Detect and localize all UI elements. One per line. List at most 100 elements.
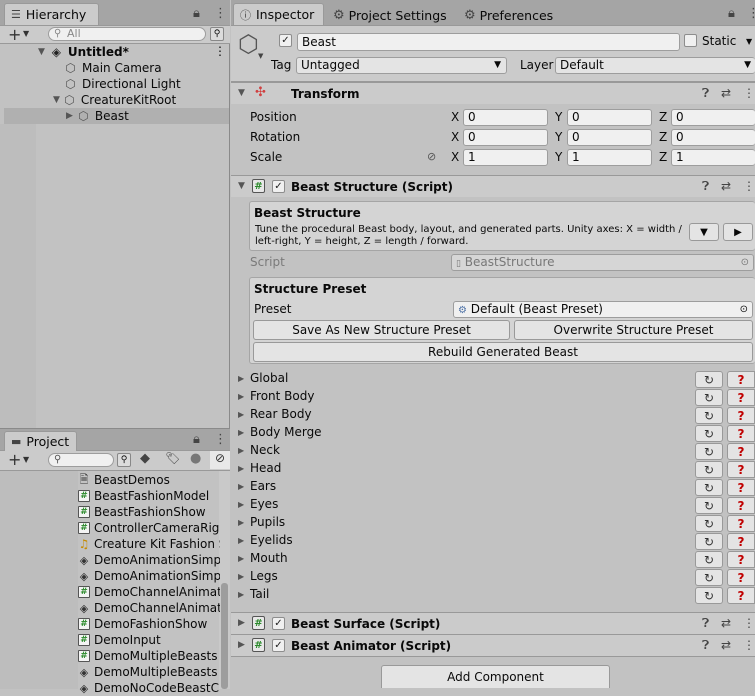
tab-project-settings[interactable]: ⚙ Project Settings — [333, 5, 447, 25]
add-component-button[interactable]: Add Component — [381, 665, 610, 688]
hidden-toggle-icon[interactable]: ⊘ — [210, 451, 230, 469]
create-plus-button[interactable]: + — [8, 25, 21, 44]
hierarchy-item[interactable]: ⬡ Main Camera — [4, 60, 228, 76]
reset-button[interactable]: ↻ — [695, 533, 723, 550]
icon-dropdown-arrow[interactable]: ▼ — [258, 52, 263, 60]
reset-button[interactable]: ↻ — [695, 371, 723, 388]
static-dropdown-icon[interactable]: ▼ — [746, 37, 752, 46]
help-icon[interactable]: ❓︎ — [702, 179, 709, 194]
scale-y-field[interactable]: 1 — [567, 149, 652, 166]
constrain-proportions-icon[interactable]: ⊘ — [427, 150, 436, 163]
help-button[interactable]: ? — [727, 461, 755, 478]
foldout-section[interactable]: ▶ Tail — [238, 587, 269, 601]
help-button[interactable]: ? — [727, 479, 755, 496]
project-item[interactable]: ◈ DemoAnimationSimple — [78, 568, 220, 584]
preset-object-field[interactable]: ⚙ Default (Beast Preset) ⊙ — [453, 301, 753, 318]
reset-button[interactable]: ↻ — [695, 389, 723, 406]
save-preset-button[interactable]: Save As New Structure Preset — [253, 320, 510, 340]
lock-icon[interactable]: 🔒︎ — [193, 432, 200, 447]
reset-button[interactable]: ↻ — [695, 425, 723, 442]
help-button[interactable]: ? — [727, 587, 755, 604]
fold-arrow-collapsed-icon[interactable]: ▶ — [66, 111, 73, 121]
reset-button[interactable]: ↻ — [695, 569, 723, 586]
foldout-section[interactable]: ▶ Ears — [238, 479, 276, 493]
scene-fold-arrow[interactable]: ▼ — [38, 47, 45, 57]
reset-button[interactable]: ↻ — [695, 515, 723, 532]
project-item[interactable]: # DemoInput — [78, 632, 220, 648]
reset-button[interactable]: ↻ — [695, 551, 723, 568]
presets-icon[interactable]: ⇄ — [721, 86, 731, 100]
fold-arrow-expanded-icon[interactable]: ▼ — [238, 88, 245, 98]
static-checkbox[interactable] — [684, 34, 697, 47]
beast-surface-header[interactable]: ▶ # ✓ Beast Surface (Script) ❓︎ ⇄ ⋮ — [231, 612, 755, 634]
reset-button[interactable]: ↻ — [695, 587, 723, 604]
project-item[interactable]: ♫ Creature Kit Fashion S — [78, 536, 220, 552]
position-z-field[interactable]: 0 — [671, 109, 755, 126]
help-button[interactable]: ? — [727, 407, 755, 424]
fold-arrow-collapsed-icon[interactable]: ▶ — [238, 618, 245, 628]
foldout-section[interactable]: ▶ Rear Body — [238, 407, 312, 421]
hierarchy-tab[interactable]: ☰ Hierarchy — [4, 3, 99, 25]
help-icon[interactable]: ❓︎ — [702, 638, 709, 653]
scene-row[interactable]: ▼ ◈ Untitled* ⋮ — [4, 44, 228, 60]
collapse-all-button[interactable]: ▼ — [689, 223, 719, 241]
scene-menu-icon[interactable]: ⋮ — [214, 44, 226, 58]
position-x-field[interactable]: 0 — [463, 109, 548, 126]
reset-button[interactable]: ↻ — [695, 497, 723, 514]
lock-icon[interactable]: 🔒︎ — [728, 6, 735, 21]
project-item[interactable]: ◈ DemoChannelAnimatio — [78, 600, 220, 616]
fold-arrow-expanded-icon[interactable]: ▼ — [53, 95, 60, 105]
transform-header[interactable]: ▼ ✣ Transform ❓︎ ⇄ ⋮ — [231, 82, 755, 104]
component-menu-icon[interactable]: ⋮ — [743, 86, 755, 100]
component-menu-icon[interactable]: ⋮ — [743, 638, 755, 652]
scale-z-field[interactable]: 1 — [671, 149, 755, 166]
help-button[interactable]: ? — [727, 443, 755, 460]
more-menu-icon[interactable]: ⋮ — [214, 6, 227, 21]
object-picker-icon[interactable]: ⊙ — [740, 302, 748, 317]
presets-icon[interactable]: ⇄ — [721, 616, 731, 630]
project-item[interactable]: 🗎︎ BeastDemos — [78, 472, 220, 488]
hierarchy-item-selected[interactable]: ▶ ⬡ Beast — [4, 108, 229, 124]
foldout-section[interactable]: ▶ Pupils — [238, 515, 285, 529]
lock-icon[interactable]: 🔒︎ — [193, 6, 200, 21]
more-menu-icon[interactable]: ⋮ — [747, 6, 755, 21]
fold-arrow-collapsed-icon[interactable]: ▶ — [238, 640, 245, 650]
presets-icon[interactable]: ⇄ — [721, 638, 731, 652]
component-enabled-checkbox[interactable]: ✓ — [272, 639, 285, 652]
help-button[interactable]: ? — [727, 497, 755, 514]
help-button[interactable]: ? — [727, 515, 755, 532]
create-dropdown-icon[interactable]: ▼ — [23, 29, 29, 38]
component-enabled-checkbox[interactable]: ✓ — [272, 617, 285, 630]
project-item[interactable]: # DemoFashionShow — [78, 616, 220, 632]
help-button[interactable]: ? — [727, 425, 755, 442]
scrollbar-thumb[interactable] — [221, 583, 228, 689]
beast-structure-header[interactable]: ▼ # ✓ Beast Structure (Script) ❓︎ ⇄ ⋮ — [231, 175, 755, 197]
object-name-field[interactable]: Beast — [297, 33, 680, 51]
position-y-field[interactable]: 0 — [567, 109, 652, 126]
tag-dropdown[interactable]: Untagged ▼ — [296, 57, 507, 74]
overwrite-preset-button[interactable]: Overwrite Structure Preset — [514, 320, 753, 340]
project-search-input[interactable]: ⚲ — [48, 453, 114, 467]
foldout-section[interactable]: ▶ Mouth — [238, 551, 288, 565]
rotation-x-field[interactable]: 0 — [463, 129, 548, 146]
foldout-section[interactable]: ▶ Eyelids — [238, 533, 293, 547]
help-button[interactable]: ? — [727, 371, 755, 388]
project-item[interactable]: # DemoChannelAnimatio — [78, 584, 220, 600]
scale-x-field[interactable]: 1 — [463, 149, 548, 166]
help-button[interactable]: ? — [727, 569, 755, 586]
filter-by-label-icon[interactable]: 🏷︎ — [165, 451, 180, 465]
filter-by-type-icon[interactable]: ◆ — [140, 451, 150, 466]
project-item[interactable]: ◈ DemoAnimationSimple — [78, 552, 220, 568]
help-icon[interactable]: ❓︎ — [702, 616, 709, 631]
beast-animator-header[interactable]: ▶ # ✓ Beast Animator (Script) ❓︎ ⇄ ⋮ — [231, 634, 755, 656]
component-menu-icon[interactable]: ⋮ — [743, 179, 755, 193]
gameobject-large-icon[interactable]: ⬡ — [238, 30, 259, 58]
foldout-section[interactable]: ▶ Neck — [238, 443, 280, 457]
project-item[interactable]: # ControllerCameraRig — [78, 520, 220, 536]
tab-preferences[interactable]: ⚙ Preferences — [464, 5, 553, 25]
more-menu-icon[interactable]: ⋮ — [214, 432, 227, 447]
tab-inspector[interactable]: ⓘ Inspector — [233, 3, 324, 25]
foldout-section[interactable]: ▶ Front Body — [238, 389, 314, 403]
reset-button[interactable]: ↻ — [695, 479, 723, 496]
help-button[interactable]: ? — [727, 533, 755, 550]
